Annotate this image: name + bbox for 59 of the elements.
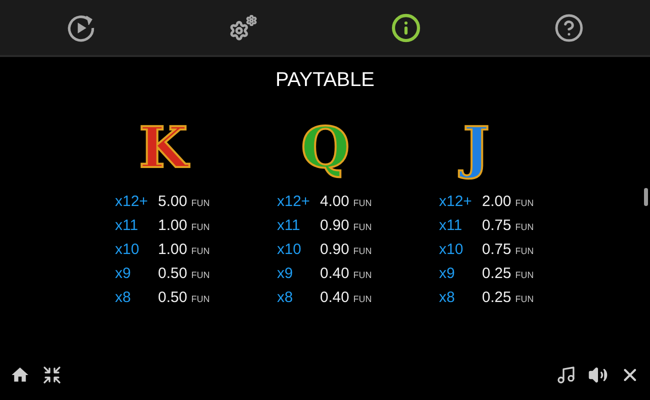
payout-value: 0.25 [482, 288, 512, 308]
scrollbar-thumb[interactable] [644, 188, 648, 206]
payout-value: 4.00 [320, 192, 350, 212]
symbol-letter: J [459, 115, 494, 183]
payout-value: 1.00 [158, 216, 188, 236]
currency-label: FUN [515, 221, 534, 234]
music-note-icon [556, 365, 576, 385]
payout-value: 0.40 [320, 264, 350, 284]
symbol-letter: Q [300, 115, 351, 183]
currency-label: FUN [515, 245, 534, 258]
minimize-button[interactable] [41, 364, 63, 386]
multiplier-label: x9 [115, 264, 132, 284]
currency-label: FUN [353, 221, 372, 234]
multiplier-label: x9 [439, 264, 456, 284]
currency-label: FUN [515, 197, 534, 210]
multiplier-label: x12+ [277, 192, 311, 212]
payout-value: 0.40 [320, 288, 350, 308]
payout-value: 0.90 [320, 216, 350, 236]
multiplier-label: x12+ [115, 192, 149, 212]
payout-value: 5.00 [158, 192, 188, 212]
currency-label: FUN [515, 293, 534, 306]
speaker-icon [588, 365, 608, 385]
currency-label: FUN [353, 245, 372, 258]
multiplier-label: x10 [439, 240, 464, 260]
replay-icon [66, 12, 96, 42]
payout-value: 0.50 [158, 264, 188, 284]
currency-label: FUN [353, 269, 372, 282]
currency-label: FUN [353, 197, 372, 210]
multiplier-label: x8 [277, 288, 294, 308]
currency-label: FUN [191, 269, 210, 282]
payout-value: 0.50 [158, 288, 188, 308]
multiplier-label: x11 [115, 216, 140, 236]
info-icon [391, 12, 422, 42]
payout-value: 0.75 [482, 240, 512, 260]
multiplier-label: x12+ [439, 192, 473, 212]
symbol-letter: K [138, 115, 190, 183]
multiplier-label: x10 [115, 240, 140, 260]
multiplier-label: x11 [277, 216, 302, 236]
payout-value: 0.75 [482, 216, 512, 236]
currency-label: FUN [191, 221, 210, 234]
multiplier-label: x8 [439, 288, 456, 308]
multiplier-label: x9 [277, 264, 294, 284]
page-title: PAYTABLE [276, 68, 374, 93]
settings-icon [228, 12, 259, 42]
payout-value: 2.00 [482, 192, 512, 212]
currency-label: FUN [353, 293, 372, 306]
minimize-icon [42, 365, 62, 385]
payout-value: 1.00 [158, 240, 188, 260]
payout-value: 0.90 [320, 240, 350, 260]
multiplier-label: x10 [277, 240, 302, 260]
currency-label: FUN [191, 245, 210, 258]
music-button[interactable] [555, 364, 577, 386]
multiplier-label: x8 [115, 288, 132, 308]
currency-label: FUN [515, 269, 534, 282]
currency-label: FUN [191, 197, 210, 210]
payout-value: 0.25 [482, 264, 512, 284]
help-icon [554, 12, 584, 42]
multiplier-label: x11 [439, 216, 464, 236]
currency-label: FUN [191, 293, 210, 306]
